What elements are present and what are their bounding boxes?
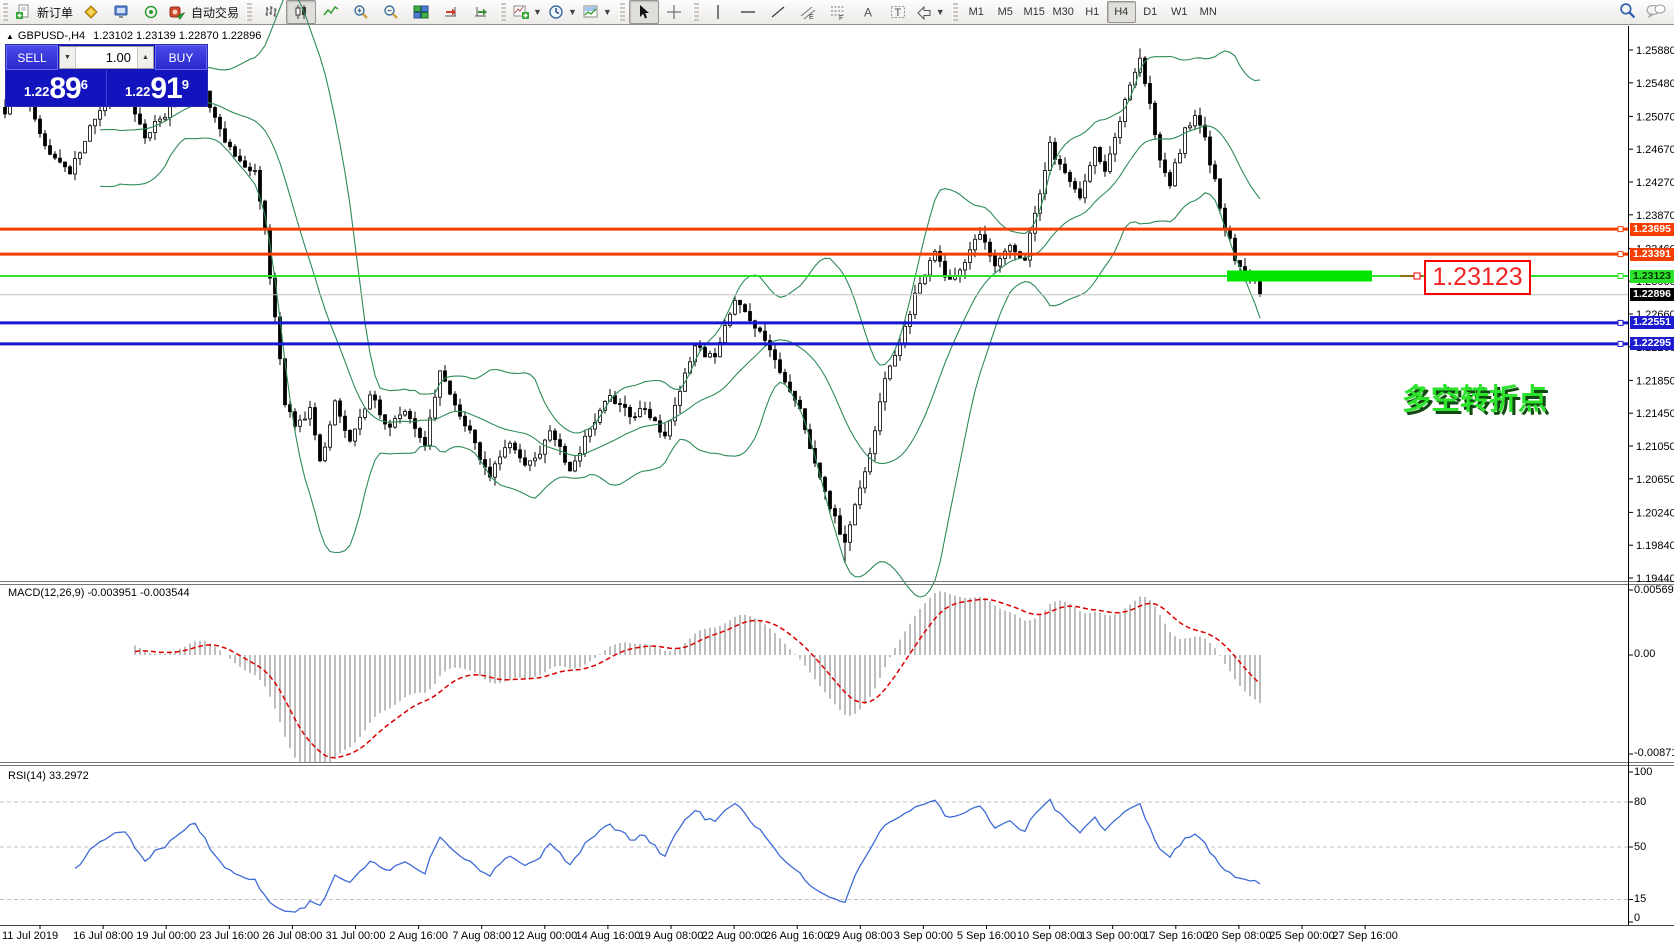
time-tick-label: 3 Sep 00:00 (894, 930, 953, 942)
price-tick-label: 1.20240 (1636, 507, 1674, 519)
rsi-axis-80: 80 (1634, 796, 1646, 808)
level-end-handle (1618, 252, 1623, 257)
price-tag-1.22551: 1.22551 (1630, 316, 1674, 329)
lot-input[interactable] (76, 47, 137, 68)
time-tick-label: 13 Sep 00:00 (1080, 930, 1145, 942)
time-tick-label: 11 Jul 2019 (2, 930, 58, 942)
sell-price-prefix: 1.22 (24, 80, 49, 104)
sell-price[interactable]: 1.22896 (6, 70, 107, 106)
level-end-handle (1618, 274, 1623, 279)
symbol-period-label: GBPUSD-,H4 (18, 30, 85, 42)
price-callout-box[interactable]: 1.23123 (1424, 260, 1531, 295)
price-tick-label: 1.21050 (1636, 441, 1674, 453)
rsi-level-lines (0, 802, 1628, 900)
bb-upper (100, 0, 1260, 433)
time-tick-label: 19 Jul 00:00 (136, 930, 196, 942)
price-axis-ticks: 1.25880 1.25480 1.25070 1.24670 1.24270 1.238… (1628, 45, 1674, 922)
buy-price-big: 91 (150, 74, 181, 104)
macd-histogram (135, 591, 1260, 762)
price-tag-1.23391: 1.23391 (1630, 248, 1674, 261)
macd-indicator-label: MACD(12,26,9) -0.003951 -0.003544 (8, 587, 190, 599)
level-end-handle (1618, 341, 1623, 346)
rsi-axis-100: 100 (1634, 766, 1652, 778)
collapse-triangle-icon[interactable]: ▲ (6, 32, 14, 41)
price-tick-label: 1.19840 (1636, 540, 1674, 552)
mt4-window: 新订单 自动交易 (0, 0, 1674, 949)
price-tag-1.22295: 1.22295 (1630, 337, 1674, 350)
price-tick-label: 1.25480 (1636, 78, 1674, 90)
price-tick-label: 1.24270 (1636, 177, 1674, 189)
one-click-trading-panel: SELL ▼ ▲ BUY 1.22896 1.22919 (5, 44, 208, 107)
time-tick-label: 16 Jul 08:00 (73, 930, 133, 942)
time-tick-label: 10 Sep 08:00 (1017, 930, 1082, 942)
price-tick-label: 1.23870 (1636, 210, 1674, 222)
time-tick-label: 29 Aug 08:00 (828, 930, 893, 942)
sell-price-big: 89 (49, 74, 80, 104)
time-tick-label: 25 Sep 00:00 (1269, 930, 1334, 942)
chart-canvas[interactable]: 1.25880 1.25480 1.25070 1.24670 1.24270 1.238… (0, 0, 1674, 949)
panel-borders (0, 26, 1674, 926)
time-tick-label: 19 Aug 08:00 (639, 930, 704, 942)
level-end-handle (1618, 227, 1623, 232)
rsi-axis-50: 50 (1634, 841, 1646, 853)
rsi-axis-0: 0 (1634, 912, 1640, 924)
lot-increase-button[interactable]: ▲ (137, 47, 153, 68)
time-tick-label: 26 Aug 16:00 (765, 930, 830, 942)
buy-price-prefix: 1.22 (125, 80, 150, 104)
time-tick-label: 7 Aug 08:00 (452, 930, 511, 942)
time-axis: 11 Jul 2019 16 Jul 08:0019 Jul 00:0023 Ju… (2, 925, 1398, 942)
ohlc-values: 1.23102 1.23139 1.22870 1.22896 (93, 30, 261, 42)
horizontal-levels (0, 227, 1628, 347)
time-tick-label: 5 Sep 16:00 (957, 930, 1016, 942)
turning-point-highlight (1227, 271, 1372, 282)
bb-lower (100, 138, 1260, 597)
time-tick-label: 27 Sep 16:00 (1332, 930, 1397, 942)
time-tick-label: 17 Sep 16:00 (1143, 930, 1208, 942)
rsi-indicator-label: RSI(14) 33.2972 (8, 770, 89, 782)
macd-axis-max: 0.005692 (1634, 584, 1674, 596)
chart-header: ▲ GBPUSD-,H4 1.23102 1.23139 1.22870 1.228… (6, 30, 261, 42)
macd-signal-line (135, 599, 1260, 758)
callout-connector-handle (1414, 273, 1420, 279)
time-tick-label: 14 Aug 16:00 (575, 930, 640, 942)
price-tick-label: 1.24670 (1636, 144, 1674, 156)
time-tick-label: 20 Sep 08:00 (1206, 930, 1271, 942)
time-tick-label: 26 Jul 08:00 (262, 930, 322, 942)
buy-button[interactable]: BUY (155, 45, 207, 70)
turning-point-note[interactable]: 多空转折点 (1402, 376, 1547, 418)
rsi-axis-15: 15 (1634, 893, 1646, 905)
candles (4, 48, 1262, 563)
buy-price-pipette: 9 (182, 77, 189, 92)
price-tick-label: 1.25070 (1636, 111, 1674, 123)
time-tick-label: 12 Aug 00:00 (512, 930, 577, 942)
sell-price-pipette: 6 (81, 77, 88, 92)
price-tick-label: 1.25880 (1636, 45, 1674, 57)
time-tick-label: 2 Aug 16:00 (389, 930, 448, 942)
time-tick-label: 23 Jul 16:00 (199, 930, 259, 942)
time-tick-label: 22 Aug 00:00 (702, 930, 767, 942)
level-end-handle (1618, 320, 1623, 325)
price-tag-1.22896: 1.22896 (1630, 288, 1674, 301)
rsi-line (75, 799, 1260, 912)
price-tick-label: 1.21850 (1636, 375, 1674, 387)
price-tick-label: 1.20650 (1636, 474, 1674, 486)
macd-axis-zero: 0.00 (1634, 648, 1655, 660)
buy-price[interactable]: 1.22919 (107, 70, 207, 106)
price-tag-1.23123: 1.23123 (1630, 270, 1674, 283)
price-tick-label: 1.21450 (1636, 408, 1674, 420)
time-tick-label: 31 Jul 00:00 (326, 930, 386, 942)
macd-axis-min: -0.008717 (1634, 747, 1674, 759)
price-tag-1.23695: 1.23695 (1630, 223, 1674, 236)
lot-decrease-button[interactable]: ▼ (60, 47, 76, 68)
lot-spinner: ▼ ▲ (59, 46, 154, 69)
sell-button[interactable]: SELL (6, 45, 58, 70)
